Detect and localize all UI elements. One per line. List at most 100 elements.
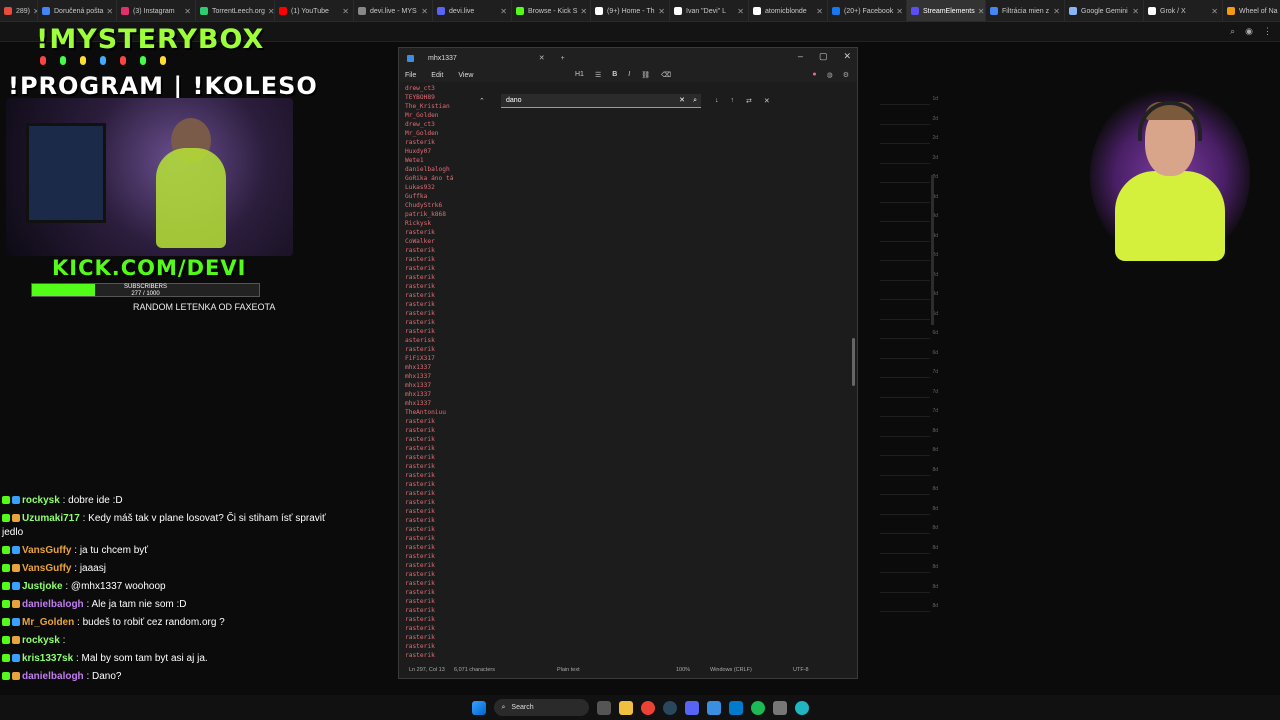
chat-username[interactable]: rockysk: [22, 495, 60, 506]
browser-tab[interactable]: Wheel of Na✕: [1223, 0, 1280, 21]
editor-line: mhx1337: [405, 364, 432, 371]
editor-line: rasterik: [405, 634, 435, 641]
browser-tab[interactable]: (1) YouTube ✕: [275, 0, 354, 21]
profile-icon[interactable]: ◉: [1245, 26, 1253, 37]
close-tab-icon[interactable]: ✕: [1208, 7, 1218, 16]
close-tab-icon[interactable]: ✕: [265, 7, 274, 16]
close-tab-icon[interactable]: ✕: [103, 7, 113, 16]
menu-item-view[interactable]: View: [458, 72, 473, 79]
close-tab-icon[interactable]: ✕: [655, 7, 665, 16]
text-mode[interactable]: Plain text: [557, 667, 580, 673]
chat-username[interactable]: Justjoke: [22, 581, 63, 592]
close-tab-icon[interactable]: ✕: [813, 7, 823, 16]
browser-tab[interactable]: devi.live ✕: [433, 0, 512, 21]
close-tab-icon[interactable]: ✕: [975, 7, 985, 16]
link-icon[interactable]: ⛓: [641, 71, 650, 79]
browser-tab[interactable]: TorrentLeech.org ✕: [196, 0, 275, 21]
notepad-icon[interactable]: [706, 700, 721, 715]
search-icon[interactable]: ⌕: [1230, 26, 1235, 37]
close-icon[interactable]: ✕: [843, 51, 851, 62]
find-next-icon[interactable]: ↓: [715, 97, 719, 105]
background-row-divider: [880, 435, 930, 437]
new-tab-icon[interactable]: +: [561, 55, 565, 62]
spotify-icon[interactable]: [750, 700, 765, 715]
app-icon[interactable]: [794, 700, 809, 715]
chat-username[interactable]: danielbalogh: [22, 671, 84, 682]
zoom-level[interactable]: 100%: [676, 667, 690, 673]
browser-tab[interactable]: atomicblonde ✕: [749, 0, 828, 21]
maximize-icon[interactable]: ▢: [819, 51, 828, 62]
chat-username[interactable]: danielbalogh: [22, 599, 84, 610]
steam-icon[interactable]: [662, 700, 677, 715]
browser-tab[interactable]: (20+) Facebook ✕: [828, 0, 907, 21]
encoding[interactable]: UTF-8: [793, 667, 809, 673]
chat-username[interactable]: rockysk: [22, 635, 60, 646]
editor-line: rasterik: [405, 643, 435, 650]
tab-favicon-icon: [832, 7, 840, 15]
vscode-icon[interactable]: [728, 700, 743, 715]
close-tab-icon[interactable]: ✕: [181, 7, 191, 16]
close-tab-icon[interactable]: ✕: [734, 7, 744, 16]
minimize-icon[interactable]: –: [798, 51, 803, 62]
windows-start-icon[interactable]: [471, 700, 486, 715]
close-tab-icon[interactable]: ✕: [30, 7, 37, 16]
heading-button[interactable]: H1: [575, 71, 584, 79]
menu-item-edit[interactable]: Edit: [431, 72, 443, 79]
bold-icon[interactable]: B: [612, 71, 617, 79]
chat-username[interactable]: Uzumaki717: [22, 513, 80, 524]
browser-tab[interactable]: 289)✕: [0, 0, 38, 21]
browser-tab[interactable]: Grok / X ✕: [1144, 0, 1223, 21]
find-previous-icon[interactable]: ↑: [731, 97, 735, 105]
italic-icon[interactable]: I: [628, 71, 630, 79]
clear-search-icon[interactable]: ✕: [679, 94, 685, 108]
editor-line: rasterik: [405, 418, 435, 425]
find-input[interactable]: dano ✕ ⌕: [501, 94, 701, 108]
editor-scrollbar[interactable]: [852, 338, 855, 386]
list-icon[interactable]: ☰: [595, 71, 601, 79]
browser-tab[interactable]: Browse - Kick S ✕: [512, 0, 591, 21]
close-tab-icon[interactable]: ✕: [539, 54, 545, 62]
chat-username[interactable]: Mr_Golden: [22, 617, 74, 628]
browser-tab[interactable]: StreamElements ✕: [907, 0, 986, 21]
clear-format-icon[interactable]: ⌫: [661, 71, 671, 79]
menu-item-file[interactable]: File: [405, 72, 416, 79]
task-view-icon[interactable]: [596, 700, 611, 715]
browser-tab[interactable]: Google Gemini ✕: [1065, 0, 1144, 21]
find-options-icon[interactable]: ⇄: [746, 97, 752, 105]
close-tab-icon[interactable]: ✕: [418, 7, 428, 16]
close-tab-icon[interactable]: ✕: [1129, 7, 1139, 16]
close-tab-icon[interactable]: ✕: [1050, 7, 1060, 16]
browser-tab[interactable]: (9+) Home - Th ✕: [591, 0, 670, 21]
close-tab-icon[interactable]: ✕: [577, 7, 587, 16]
browser-tab[interactable]: Ivan "Devi" L ✕: [670, 0, 749, 21]
close-find-icon[interactable]: ✕: [764, 97, 770, 105]
account-icon[interactable]: ◍: [827, 71, 833, 79]
notepad-window: mhx1337 ✕ + – ▢ ✕ File Edit View H1 ☰ B I …: [398, 47, 858, 679]
browser-tab[interactable]: (3) Instagram ✕: [117, 0, 196, 21]
random-ticket-label: RANDOM LETENKA OD FAXEOTA: [133, 302, 276, 312]
browser-tab[interactable]: devi.live - MYS ✕: [354, 0, 433, 21]
taskbar-search[interactable]: ⌕ Search: [493, 699, 589, 716]
close-tab-icon[interactable]: ✕: [497, 7, 507, 16]
kick-badge-icon: [2, 618, 10, 626]
settings-icon[interactable]: [772, 700, 787, 715]
menu-icon[interactable]: ⋮: [1263, 26, 1272, 37]
search-icon[interactable]: ⌕: [693, 94, 697, 108]
browser-tab[interactable]: Filtrácia mien z ✕: [986, 0, 1065, 21]
file-explorer-icon[interactable]: [618, 700, 633, 715]
chat-separator: :: [71, 563, 80, 574]
close-tab-icon[interactable]: ✕: [893, 7, 903, 16]
chat-username[interactable]: VansGuffy: [22, 545, 71, 556]
discord-icon[interactable]: [684, 700, 699, 715]
chat-username[interactable]: VansGuffy: [22, 563, 71, 574]
line-ending[interactable]: Windows (CRLF): [710, 667, 752, 673]
notepad-tab-name[interactable]: mhx1337: [428, 55, 457, 62]
chat-username[interactable]: kris1337sk: [22, 653, 73, 664]
chrome-icon[interactable]: [640, 700, 655, 715]
close-tab-icon[interactable]: ✕: [339, 7, 349, 16]
background-row-divider: [880, 279, 930, 281]
browser-tab[interactable]: Doručená pošta ✕: [38, 0, 117, 21]
copilot-icon[interactable]: ●: [812, 71, 816, 79]
settings-icon[interactable]: ⚙: [843, 71, 849, 79]
editor-text-area[interactable]: drew_ct3 TEYBOH89 The_Kristian Mr_Golden dre…: [405, 84, 485, 664]
